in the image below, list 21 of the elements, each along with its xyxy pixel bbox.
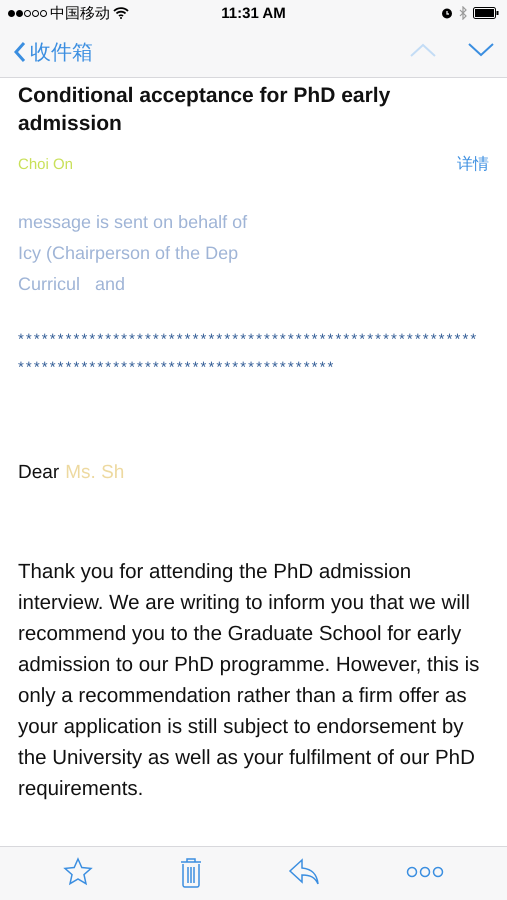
separator-line: ********************************************************** — [18, 330, 480, 350]
signal-icon — [8, 10, 47, 16]
alarm-icon — [441, 7, 454, 19]
faded-text-line: Curricul and — [18, 273, 126, 296]
wifi-icon — [113, 7, 129, 19]
faded-text-line: Icy (Chairperson of the Dep — [18, 242, 240, 265]
message-paragraph: Thank you for attending the PhD admission interview. We are writing to inform you that we will recommend you to the Graduate School for early admission to our PhD programme. However, this is only a recommendation rather than a firm offer as your application is still subject to endorsement by the University as well as your fulfilment of our PhD requirements. — [18, 559, 480, 802]
separator-line: **************************************** — [18, 358, 336, 378]
faded-text-line: message is sent on behalf of — [18, 211, 248, 234]
faded-name: Ms. Sh — [65, 462, 124, 484]
email-subject: Conditional acceptance for PhD early admission — [18, 83, 392, 137]
clock-time: 11:31 AM — [221, 4, 286, 22]
back-chevron-icon — [14, 40, 26, 62]
trash-icon[interactable] — [178, 856, 203, 891]
sender-name: Choi On — [18, 156, 74, 173]
greeting-text: Dear — [18, 462, 60, 484]
battery-icon — [473, 7, 500, 19]
carrier-name: 中国移动 — [50, 4, 110, 22]
back-button[interactable]: 收件箱 — [14, 38, 379, 66]
bluetooth-icon — [459, 6, 468, 20]
details-link[interactable]: 详情 — [457, 154, 489, 175]
